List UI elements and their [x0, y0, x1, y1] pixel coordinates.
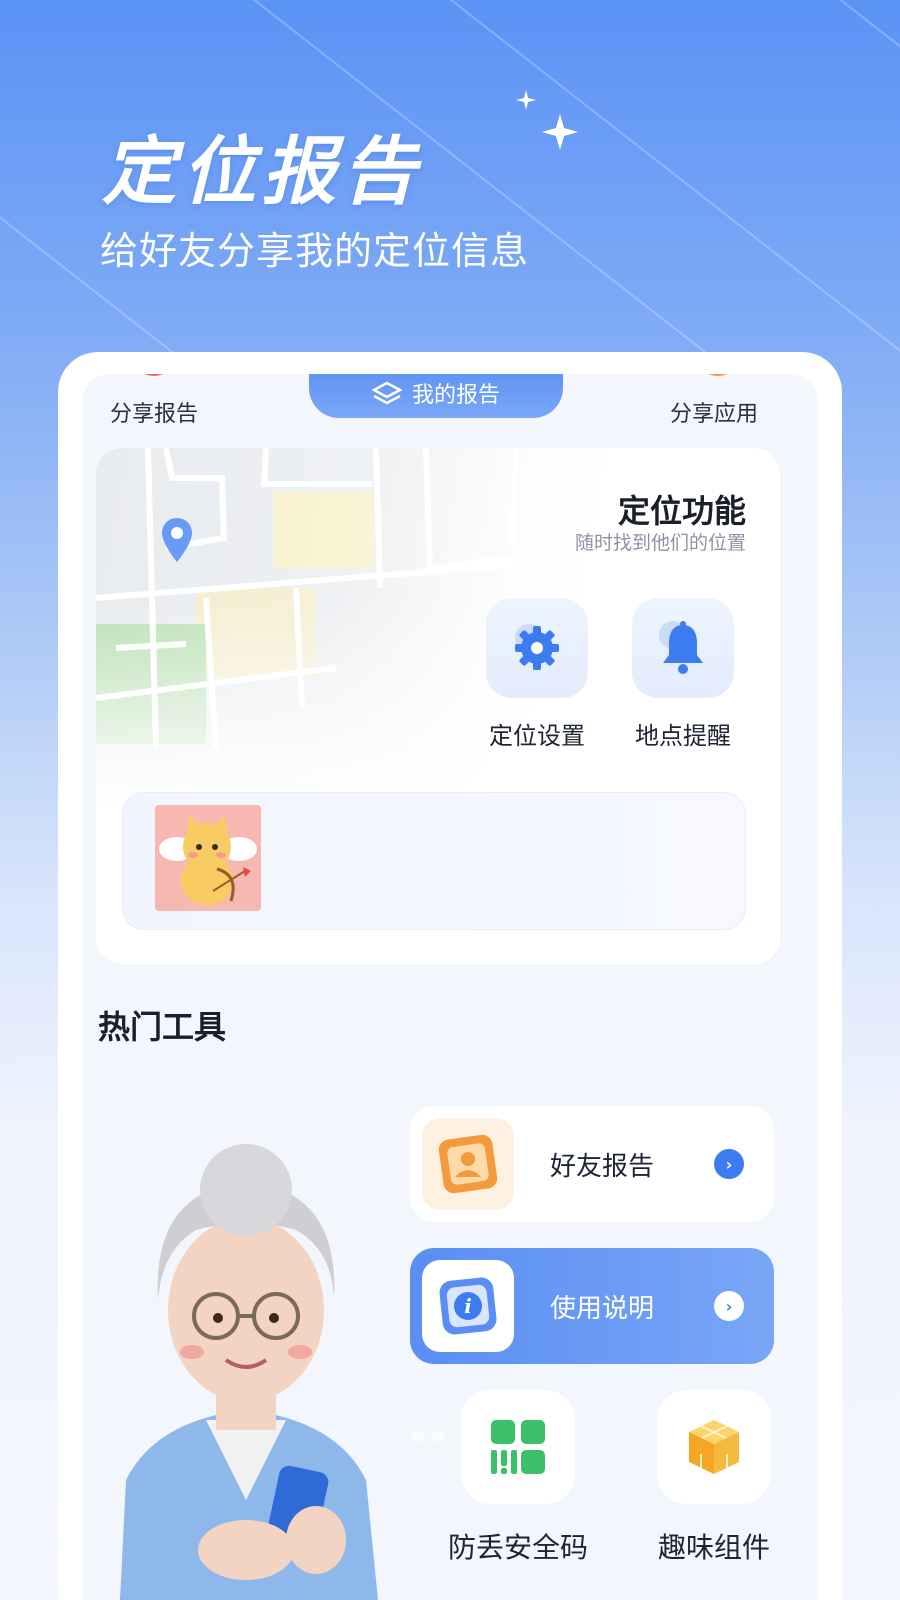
usage-guide-card[interactable]: i 使用说明 › — [410, 1248, 774, 1364]
cube-icon — [689, 1420, 739, 1474]
share-app-icon — [696, 374, 740, 376]
tab-my-report[interactable]: 我的报告 — [309, 374, 563, 418]
feature-subtitle: 随时找到他们的位置 — [574, 532, 746, 554]
hero-title: 定位报告 — [102, 129, 422, 215]
chevron-right-icon: › — [714, 1291, 744, 1321]
location-settings-label: 定位设置 — [489, 722, 585, 750]
chevron-right-icon: › — [714, 1149, 744, 1179]
sparkle-icon — [516, 90, 578, 150]
anti-lost-code-button[interactable]: 防丢安全码 — [438, 1390, 598, 1566]
bell-icon-tile — [632, 598, 734, 698]
friend-report-label: 好友报告 — [550, 1151, 655, 1182]
anti-lost-code-label: 防丢安全码 — [447, 1531, 588, 1564]
usage-guide-label: 使用说明 — [550, 1293, 655, 1324]
gear-icon-tile — [486, 598, 588, 698]
info-icon-tile: i — [422, 1260, 514, 1352]
tab-my-report-label: 我的报告 — [411, 383, 500, 408]
location-settings-button[interactable]: 定位设置 — [472, 598, 602, 751]
friend-report-icon-tile — [422, 1118, 514, 1210]
hot-tools-title: 热门工具 — [98, 1008, 227, 1046]
cupid-cat-image — [155, 805, 261, 911]
tab-share-report[interactable]: 分享报告 — [110, 396, 198, 428]
share-report-icon — [132, 374, 176, 376]
phone-frame: 分享报告 我的报告 分享应用 定位功能 随时找到他们的位置 定位设置 地点提醒 … — [58, 352, 842, 1600]
feature-title: 定位功能 — [617, 492, 746, 530]
hero-subtitle: 给好友分享我的定位信息 — [100, 229, 530, 273]
bell-icon — [659, 621, 703, 674]
fun-widgets-button[interactable]: 趣味组件 — [634, 1390, 794, 1566]
friend-report-icon — [438, 1134, 498, 1194]
grandma-illustration — [96, 1120, 396, 1600]
place-reminder-label: 地点提醒 — [635, 722, 731, 750]
friend-report-card[interactable]: 好友报告 › — [410, 1106, 774, 1222]
promo-banner[interactable] — [122, 792, 746, 930]
gear-icon — [515, 624, 559, 670]
cube-icon-tile — [657, 1390, 771, 1504]
layers-icon — [371, 381, 402, 405]
svg-text:i: i — [464, 1294, 472, 1318]
fun-widgets-label: 趣味组件 — [657, 1531, 770, 1564]
qr-code-icon-tile — [461, 1390, 575, 1504]
qr-code-icon — [491, 1420, 545, 1474]
location-feature-card: 定位功能 随时找到他们的位置 定位设置 地点提醒 — [96, 448, 780, 964]
app-screen: 分享报告 我的报告 分享应用 定位功能 随时找到他们的位置 定位设置 地点提醒 … — [82, 374, 818, 1600]
tab-share-app[interactable]: 分享应用 — [670, 396, 758, 428]
place-reminder-button[interactable]: 地点提醒 — [618, 598, 748, 751]
top-nav: 分享报告 我的报告 分享应用 — [82, 374, 818, 444]
info-icon: i — [439, 1277, 497, 1335]
